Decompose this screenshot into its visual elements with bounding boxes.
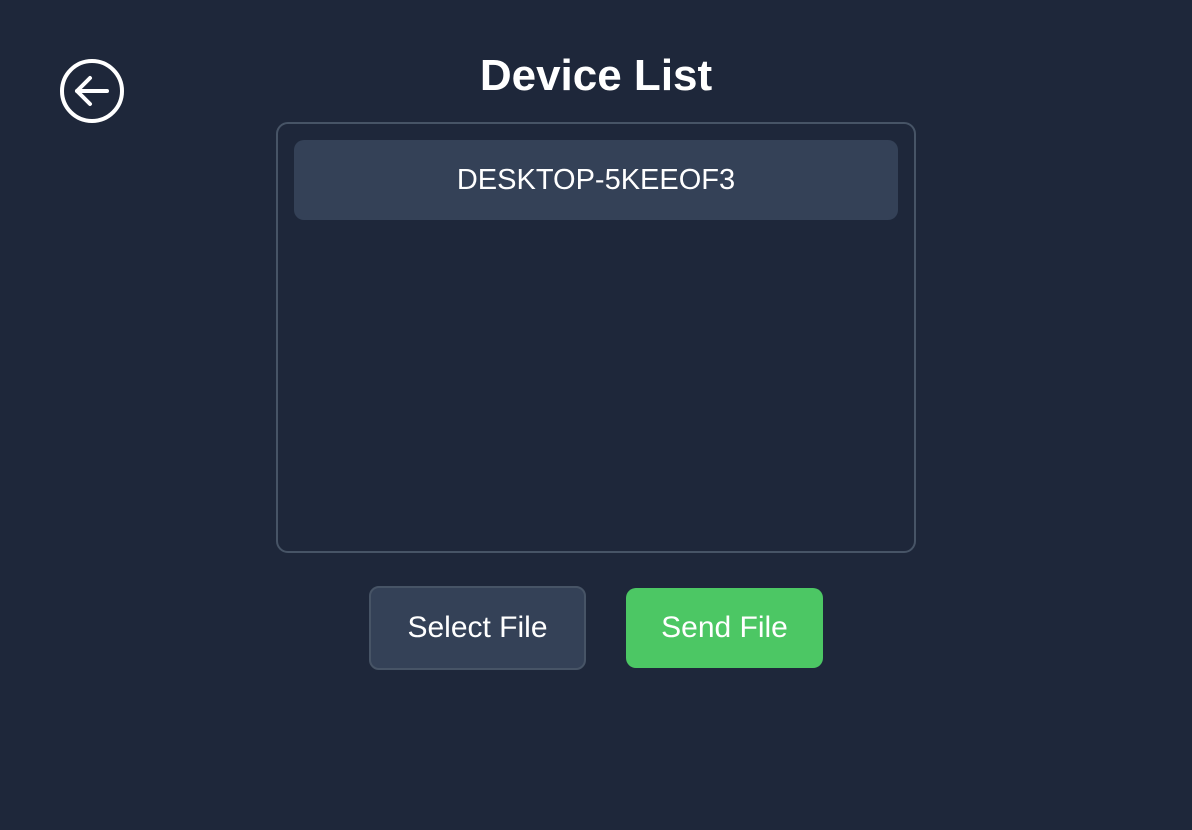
page-title: Device List xyxy=(479,51,713,100)
list-item[interactable]: DESKTOP-5KEEOF3 xyxy=(294,140,898,220)
select-file-button[interactable]: Select File xyxy=(369,586,586,670)
device-name: DESKTOP-5KEEOF3 xyxy=(456,163,736,196)
send-file-label: Send File xyxy=(661,611,788,644)
device-list: DESKTOP-5KEEOF3 xyxy=(276,122,916,553)
send-file-button[interactable]: Send File xyxy=(626,588,823,668)
select-file-label: Select File xyxy=(407,611,548,644)
